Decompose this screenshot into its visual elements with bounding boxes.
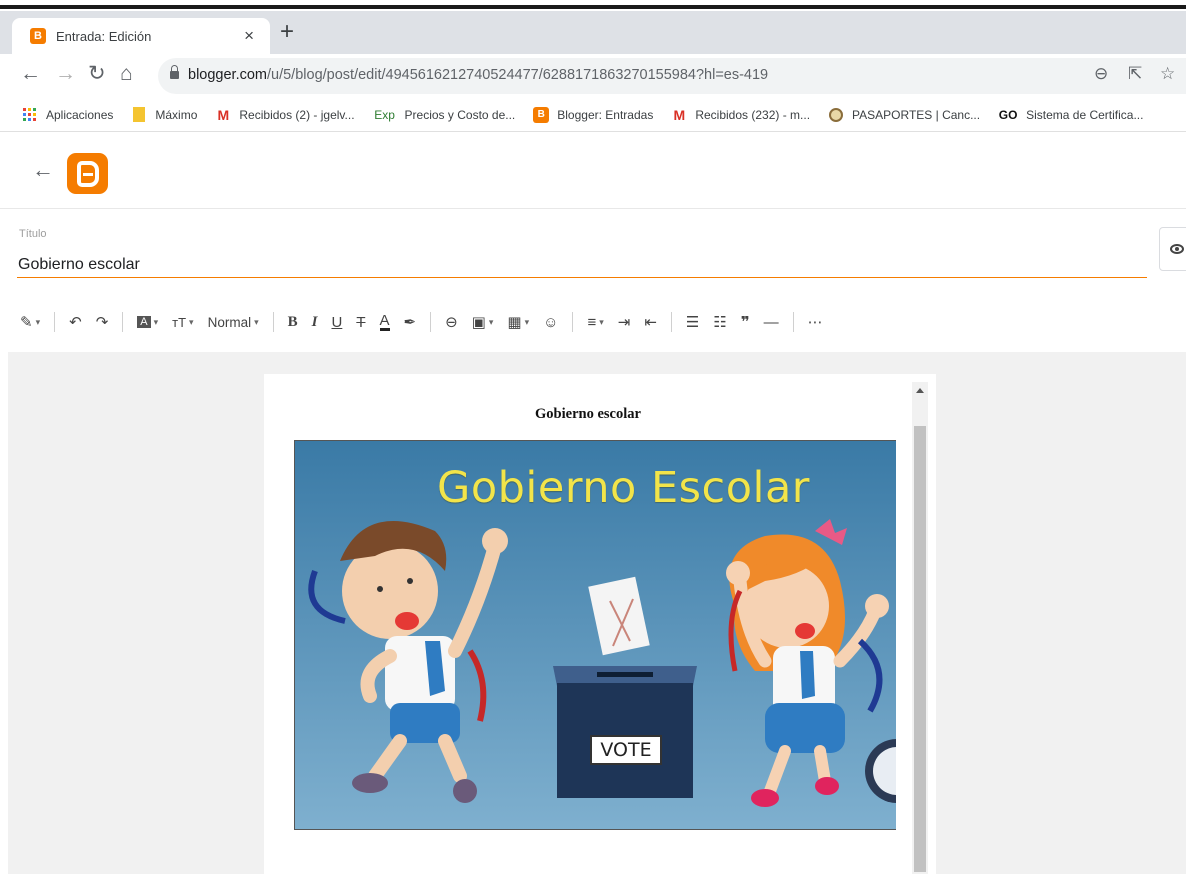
preview-button[interactable]: [1159, 227, 1186, 271]
editor-left-edge: [0, 352, 8, 874]
lock-icon: [170, 65, 179, 79]
indent-icon[interactable]: ⇥: [618, 313, 631, 331]
bulleted-list-icon[interactable]: ☰: [686, 313, 699, 331]
paragraph-style-value: Normal: [207, 314, 252, 330]
window-top-border: [0, 0, 1186, 11]
scrollbar-thumb[interactable]: [914, 426, 926, 872]
image-icon[interactable]: ▣ ▾: [472, 313, 494, 331]
blogger-favicon-icon: B: [30, 28, 46, 44]
toolbar-divider: [54, 312, 56, 332]
compose-mode-icon[interactable]: ✎ ▾: [20, 313, 40, 331]
post-heading[interactable]: Gobierno escolar: [264, 406, 912, 423]
toolbar-divider: [792, 312, 794, 332]
url-path: /u/5/blog/post/edit/4945616212740524477/…: [267, 67, 769, 83]
gmail-icon: M: [217, 106, 230, 123]
bold-icon[interactable]: B: [288, 314, 298, 331]
toolbar-divider: [430, 312, 432, 332]
more-options-icon[interactable]: ⋯: [808, 313, 823, 331]
bookmark-maximo[interactable]: Máximo: [131, 107, 197, 123]
back-icon[interactable]: ←: [20, 62, 41, 86]
toolbar-divider: [272, 312, 274, 332]
video-icon[interactable]: ▦ ▾: [507, 313, 529, 331]
reload-icon[interactable]: ↻: [88, 62, 106, 86]
browser-tab-bar: B Entrada: Edición × +: [0, 11, 1186, 54]
toolbar-divider: [572, 312, 574, 332]
bookmark-star-icon[interactable]: ☆: [1160, 64, 1175, 84]
blogger-logo-icon[interactable]: [67, 153, 108, 194]
text-color-icon[interactable]: A: [379, 313, 390, 331]
bookmark-label: Blogger: Entradas: [557, 107, 654, 122]
url-text[interactable]: blogger.com/u/5/blog/post/edit/494561621…: [188, 67, 768, 83]
bookmark-precios[interactable]: Exp Precios y Costo de...: [373, 107, 516, 123]
image-title-text: Gobierno Escolar: [437, 463, 810, 513]
align-icon[interactable]: ≡ ▾: [587, 314, 603, 331]
bookmark-label: Recibidos (2) - jgelv...: [239, 107, 355, 122]
browser-toolbar: ← → ↻ ⌂ blogger.com/u/5/blog/post/edit/4…: [0, 54, 1186, 98]
title-label: Título: [19, 228, 47, 240]
bookmark-gmail-1[interactable]: M Recibidos (2) - jgelv...: [215, 106, 355, 123]
quote-icon[interactable]: ❞: [741, 313, 750, 331]
seal-icon: [828, 107, 844, 123]
vote-label: VOTE: [590, 735, 662, 765]
highlight-icon[interactable]: ✒: [404, 313, 417, 331]
scroll-up-arrow-icon[interactable]: [916, 388, 924, 393]
bookmark-label: PASAPORTES | Canc...: [852, 107, 981, 122]
bookmarks-bar: Aplicaciones Máximo M Recibidos (2) - jg…: [0, 98, 1186, 132]
apps-grid-icon: [22, 107, 38, 123]
url-domain: blogger.com: [188, 67, 267, 83]
font-family-icon[interactable]: A ▾: [137, 316, 158, 328]
go-icon: GO: [998, 107, 1018, 122]
bookmark-aplicaciones[interactable]: Aplicaciones: [22, 107, 113, 123]
tab-title: Entrada: Edición: [56, 28, 152, 44]
link-icon[interactable]: ⊖: [445, 313, 458, 331]
zoom-icon[interactable]: ⊖: [1094, 64, 1108, 84]
blogger-icon: B: [533, 106, 550, 123]
gmail-icon: M: [673, 106, 686, 123]
italic-icon[interactable]: I: [312, 314, 318, 331]
eye-icon: [1170, 244, 1184, 254]
font-size-icon[interactable]: ᴛT ▾: [172, 315, 193, 330]
underline-icon[interactable]: U: [331, 314, 342, 331]
bookmark-label: Precios y Costo de...: [404, 107, 516, 122]
undo-icon[interactable]: ↶: [69, 313, 82, 331]
new-tab-button[interactable]: +: [280, 20, 294, 44]
bookmark-label: Sistema de Certifica...: [1026, 107, 1144, 122]
title-input[interactable]: [17, 252, 1147, 278]
bookmark-label: Máximo: [155, 107, 198, 122]
blogger-header: ←: [0, 133, 1186, 209]
bookmark-label: Aplicaciones: [46, 107, 114, 122]
paragraph-style-dropdown[interactable]: Normal ▾: [208, 315, 259, 330]
redo-icon[interactable]: ↷: [96, 313, 109, 331]
forward-icon[interactable]: →: [55, 62, 76, 86]
bookmark-sistema[interactable]: GO Sistema de Certifica...: [998, 107, 1144, 123]
bookmark-blogger[interactable]: B Blogger: Entradas: [533, 106, 654, 123]
exp-icon: Exp: [374, 107, 395, 122]
horizontal-rule-icon[interactable]: —: [764, 314, 779, 331]
home-icon[interactable]: ⌂: [120, 62, 133, 86]
toolbar-divider: [122, 312, 124, 332]
toolbar-divider: [670, 312, 672, 332]
outdent-icon[interactable]: ⇤: [644, 313, 657, 331]
post-image[interactable]: Gobierno Escolar VOTE: [294, 440, 896, 830]
back-arrow-icon[interactable]: ←: [32, 157, 54, 183]
bookmark-gmail-2[interactable]: M Recibidos (232) - m...: [671, 107, 810, 123]
emoji-icon[interactable]: ☺: [543, 314, 558, 331]
format-toolbar: ✎ ▾ ↶ ↷ A ▾ ᴛT ▾ Normal ▾ B I U T A ✒ ⊖ ▣ ▾ ▦…: [0, 292, 1186, 352]
bookmark-folder-icon: [131, 107, 147, 123]
browser-tab[interactable]: B Entrada: Edición ×: [12, 18, 270, 54]
tab-close-button[interactable]: ×: [244, 26, 254, 46]
bookmark-pasaportes[interactable]: PASAPORTES | Canc...: [828, 107, 980, 123]
address-bar[interactable]: blogger.com/u/5/blog/post/edit/494561621…: [158, 58, 1186, 94]
strikethrough-icon[interactable]: T: [356, 314, 365, 331]
share-icon[interactable]: ⇱: [1128, 64, 1142, 84]
numbered-list-icon[interactable]: ☷: [713, 313, 726, 331]
bookmark-label: Recibidos (232) - m...: [695, 107, 811, 122]
post-title-area: Título: [0, 210, 1186, 292]
editor-scrollbar[interactable]: [912, 382, 928, 874]
